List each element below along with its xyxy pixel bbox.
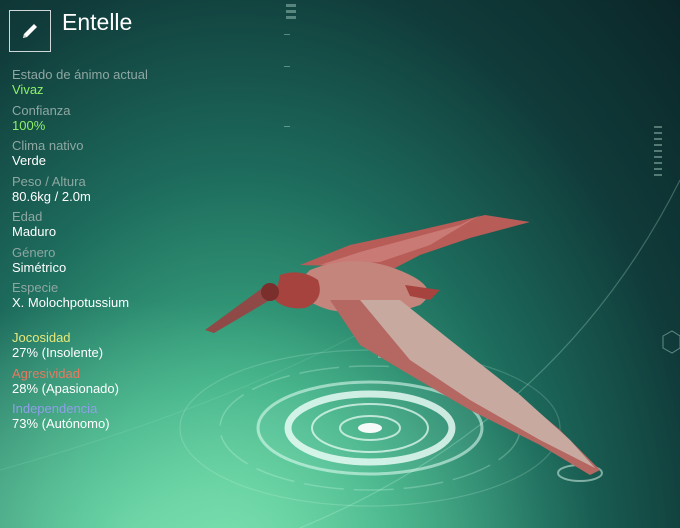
stat-gender: Género Simétrico (12, 245, 232, 281)
trait-value: 27% (Insolente) (12, 345, 104, 360)
stat-label: Edad (12, 209, 43, 224)
trait-label: Jocosidad (12, 330, 71, 345)
stat-weight-height: Peso / Altura 80.6kg / 2.0m (12, 174, 232, 210)
stat-value: 100% (12, 117, 46, 133)
stats-panel: Estado de ánimo actual Vivaz Confianza 1… (12, 67, 232, 316)
stat-label: Especie (12, 280, 59, 295)
stat-value: Verde (12, 153, 46, 168)
personality-panel: Jocosidad 27% (Insolente) Agresividad 28… (12, 330, 232, 437)
edit-name-button[interactable] (9, 10, 51, 52)
trait-value: 73% (Autónomo) (12, 416, 110, 431)
stat-value: Maduro (12, 224, 57, 239)
creature-name: Entelle (62, 9, 133, 35)
stat-species: Especie X. Molochpotussium (12, 280, 232, 316)
trait-playfulness: Jocosidad 27% (Insolente) (12, 330, 232, 366)
stat-label: Género (12, 244, 56, 260)
stat-label: Confianza (12, 102, 71, 118)
stat-label: Estado de ánimo actual (12, 67, 148, 82)
stat-value: Vivaz (12, 82, 44, 97)
trait-label: Agresividad (12, 365, 80, 381)
stat-climate: Clima nativo Verde (12, 138, 232, 174)
trait-independence: Independencia 73% (Autónomo) (12, 401, 232, 437)
stat-label: Peso / Altura (12, 173, 86, 189)
trait-label: Independencia (12, 401, 98, 416)
stat-value: Simétrico (12, 259, 67, 275)
stat-value: 80.6kg / 2.0m (12, 188, 91, 204)
pencil-icon (23, 24, 37, 38)
trait-value: 28% (Apasionado) (12, 380, 119, 396)
stat-trust: Confianza 100% (12, 103, 232, 139)
stat-age: Edad Maduro (12, 209, 232, 245)
stat-mood: Estado de ánimo actual Vivaz (12, 67, 232, 103)
stat-label: Clima nativo (12, 138, 84, 153)
trait-aggression: Agresividad 28% (Apasionado) (12, 366, 232, 402)
stat-value: X. Molochpotussium (12, 295, 130, 310)
